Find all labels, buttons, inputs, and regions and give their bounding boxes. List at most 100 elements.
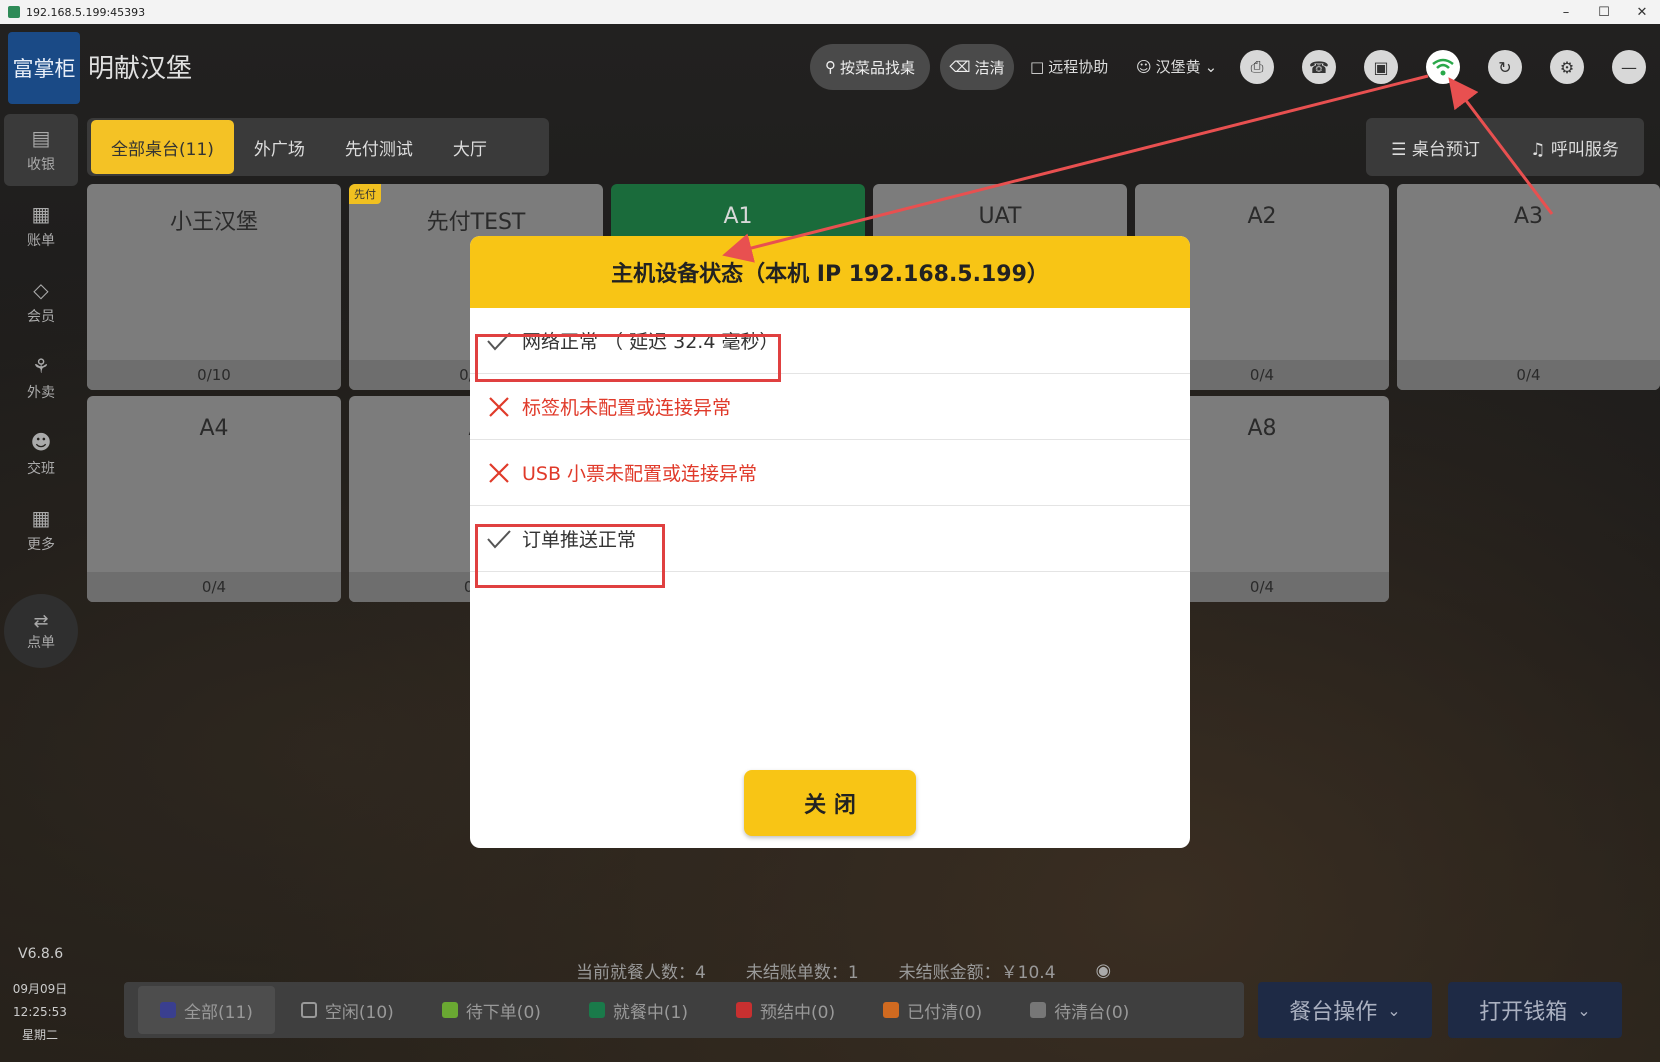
status-swatch xyxy=(441,1002,458,1018)
tab-hall[interactable]: 大厅 xyxy=(433,120,507,174)
find-table-by-dish-button[interactable]: ⚲ 按菜品找桌 xyxy=(810,44,930,90)
filter-label: 待清台(0) xyxy=(1054,1002,1130,1023)
highlight-box-order-push xyxy=(475,524,665,588)
status-swatch xyxy=(736,1002,752,1018)
tab-prepay-test[interactable]: 先付测试 xyxy=(325,120,433,174)
status-row-label-printer: 标签机未配置或连接异常 xyxy=(470,374,1190,440)
open-cash-drawer-label: 打开钱箱 xyxy=(1479,1000,1568,1025)
table-name: 先付TEST xyxy=(426,210,526,235)
filter-paid[interactable]: 已付清(0) xyxy=(861,986,1004,1034)
sidebar-item-cashier[interactable]: ▤ 收银 xyxy=(4,114,78,186)
filter-label: 空闲(10) xyxy=(324,1002,394,1023)
minimize-icon[interactable]: — xyxy=(1612,50,1646,84)
prepay-badge: 先付 xyxy=(349,184,381,204)
filter-label: 待下单(0) xyxy=(465,1002,541,1023)
gear-icon[interactable]: ⚙ xyxy=(1550,50,1584,84)
person-icon: ☻ xyxy=(30,430,52,454)
broom-icon: ⌫ xyxy=(949,58,971,76)
call-service-label: 呼叫服务 xyxy=(1550,139,1619,160)
sidebar-item-label: 会员 xyxy=(27,309,55,325)
eye-icon[interactable]: ◉ xyxy=(1096,960,1112,981)
close-window-icon[interactable]: ✕ xyxy=(1622,0,1660,24)
filter-all[interactable]: 全部(11) xyxy=(138,986,275,1034)
unsettled-amount: 未结账金额：￥10.4 xyxy=(898,963,1056,983)
swap-arrows-icon: ⇄ xyxy=(33,610,49,632)
sidebar-item-label: 外卖 xyxy=(27,385,55,401)
right-action-bar: ☰ 桌台预订 ♫ 呼叫服务 xyxy=(1366,118,1644,176)
tab-outdoor-plaza[interactable]: 外广场 xyxy=(234,120,325,174)
filter-dining[interactable]: 就餐中(1) xyxy=(567,986,710,1034)
call-service-button[interactable]: ♫ 呼叫服务 xyxy=(1530,135,1619,160)
status-swatch xyxy=(300,1002,317,1018)
status-swatch xyxy=(588,1002,605,1018)
table-name: A3 xyxy=(1513,204,1544,229)
table-operations-button[interactable]: 餐台操作 ⌄ xyxy=(1258,982,1432,1038)
minimize-window-icon[interactable]: – xyxy=(1546,0,1586,24)
refresh-icon[interactable]: ↻ xyxy=(1488,50,1522,84)
clipboard-icon: ☰ xyxy=(1391,139,1412,160)
chevron-down-icon: ⌄ xyxy=(1204,57,1218,76)
status-legend: 全部(11) 空闲(10) 待下单(0) 就餐中(1) 预结中(0) 已付清(0… xyxy=(124,982,1244,1038)
remote-assist-label: 远程协助 xyxy=(1048,58,1109,76)
sidebar-item-label: 账单 xyxy=(27,233,55,249)
table-name: UAT xyxy=(978,204,1022,229)
status-text: 标签机未配置或连接异常 xyxy=(522,397,732,419)
open-cash-drawer-button[interactable]: 打开钱箱 ⌄ xyxy=(1448,982,1622,1038)
filter-pending-order[interactable]: 待下单(0) xyxy=(420,986,563,1034)
clean-label: 洁清 xyxy=(974,58,1005,77)
clean-button[interactable]: ⌫ 洁清 xyxy=(940,44,1014,90)
unsettled-orders: 未结账单数：1 xyxy=(745,963,859,983)
order-button[interactable]: ⇄ 点单 xyxy=(4,594,78,668)
sidebar-item-delivery[interactable]: ⚘ 外卖 xyxy=(4,342,78,414)
sidebar-item-more[interactable]: ▦ 更多 xyxy=(4,494,78,566)
close-button[interactable]: 关 闭 xyxy=(744,770,916,836)
app-version: V6.8.6 xyxy=(18,946,64,962)
window-titlebar: 192.168.5.199:45393 – ☐ ✕ xyxy=(0,0,1660,24)
area-tabs: 全部桌台(11) 外广场 先付测试 大厅 xyxy=(87,118,549,176)
device-status-dialog: 主机设备状态（本机 IP 192.168.5.199） 网络正常 （ 延迟 32… xyxy=(470,236,1190,848)
maximize-window-icon[interactable]: ☐ xyxy=(1584,0,1624,24)
user-menu[interactable]: ☺ 汉堡黄 ⌄ xyxy=(1136,56,1217,77)
table-card[interactable]: A4 0/4 xyxy=(87,396,341,602)
table-operations-label: 餐台操作 xyxy=(1289,1000,1378,1025)
table-card[interactable]: 小王汉堡 0/10 xyxy=(87,184,341,390)
cross-icon xyxy=(486,460,512,486)
cash-register-icon: ▤ xyxy=(31,126,51,150)
table-name: 小王汉堡 xyxy=(169,210,258,235)
logo-text: 富掌柜 xyxy=(12,57,76,81)
sidebar-item-bills[interactable]: ▦ 账单 xyxy=(4,190,78,262)
table-name: A4 xyxy=(199,416,229,441)
sidebar-item-members[interactable]: ◇ 会员 xyxy=(4,266,78,338)
cross-icon xyxy=(486,394,512,420)
filter-label: 全部(11) xyxy=(184,1002,253,1023)
search-icon: ⚲ xyxy=(824,58,836,76)
status-text: USB 小票未配置或连接异常 xyxy=(522,463,758,485)
remote-assist-button[interactable]: □ 远程协助 xyxy=(1030,56,1108,77)
clock-date: 09月09日 xyxy=(12,982,68,996)
clock-time: 12:25:53 xyxy=(13,1005,67,1019)
order-button-label: 点单 xyxy=(27,634,55,651)
clock-weekday: 星期二 xyxy=(21,1028,58,1042)
filter-to-clear[interactable]: 待清台(0) xyxy=(1008,986,1151,1034)
table-name: A2 xyxy=(1247,204,1277,229)
tab-all-tables[interactable]: 全部桌台(11) xyxy=(91,120,234,174)
window-title: 192.168.5.199:45393 xyxy=(26,5,146,19)
filter-label: 预结中(0) xyxy=(760,1002,836,1023)
display-icon[interactable]: ▣ xyxy=(1364,50,1398,84)
scooter-icon: ⚘ xyxy=(32,354,50,378)
brand-logo: 富掌柜 xyxy=(8,32,80,104)
reserve-table-button[interactable]: ☰ 桌台预订 xyxy=(1391,135,1480,160)
find-table-by-dish-label: 按菜品找桌 xyxy=(839,58,915,77)
headset-icon[interactable]: ☎ xyxy=(1302,50,1336,84)
filter-idle[interactable]: 空闲(10) xyxy=(279,986,416,1034)
filter-label: 已付清(0) xyxy=(907,1002,983,1023)
table-card[interactable]: A3 0/4 xyxy=(1397,184,1660,390)
status-swatch xyxy=(883,1002,900,1018)
monitor-icon: □ xyxy=(1030,57,1045,76)
wifi-icon[interactable] xyxy=(1426,50,1460,84)
filter-pre-settle[interactable]: 预结中(0) xyxy=(714,986,857,1034)
user-name: 汉堡黄 xyxy=(1155,58,1201,76)
printer-icon[interactable]: ⎙ xyxy=(1240,50,1274,84)
sidebar-item-shift[interactable]: ☻ 交班 xyxy=(4,418,78,490)
table-capacity: 0/10 xyxy=(87,360,341,390)
